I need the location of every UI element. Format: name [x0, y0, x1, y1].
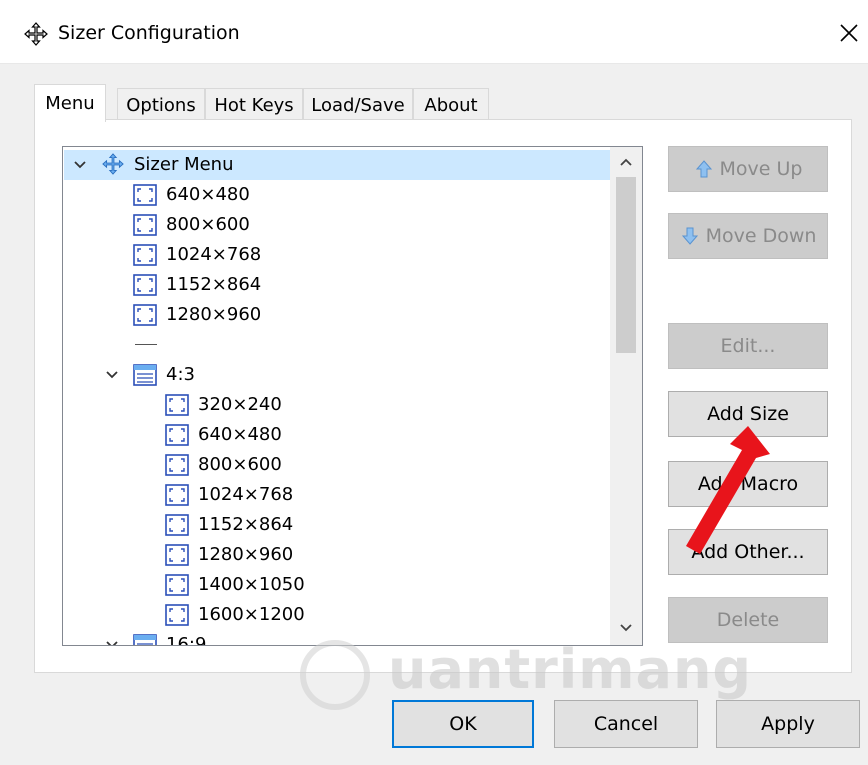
ok-button[interactable]: OK: [392, 700, 534, 748]
window-size-icon: [165, 394, 189, 416]
scroll-down-button[interactable]: [610, 613, 642, 643]
move-arrows-icon: [102, 153, 124, 175]
window-size-icon: [133, 184, 157, 206]
tree-item-label: 4:3: [166, 364, 195, 385]
tree-item-size[interactable]: 320×240: [63, 390, 609, 420]
tree-item-size[interactable]: 640×480: [63, 420, 609, 450]
chevron-down-icon[interactable]: [73, 158, 87, 172]
tree-item-size[interactable]: 800×600: [63, 210, 609, 240]
tree-item-size[interactable]: 1024×768: [63, 480, 609, 510]
button-label: Apply: [761, 713, 815, 735]
tree-item-size[interactable]: 1152×864: [63, 510, 609, 540]
tab-about[interactable]: About: [413, 88, 489, 121]
window-size-icon: [133, 244, 157, 266]
window-size-icon: [165, 574, 189, 596]
scroll-thumb[interactable]: [616, 177, 636, 353]
tree-item-label: 640×480: [166, 184, 250, 205]
tree-item-label: 800×600: [198, 454, 282, 475]
tree-item-size[interactable]: 1600×1200: [63, 600, 609, 630]
button-label: Move Up: [719, 158, 803, 180]
tab-label: Options: [126, 94, 196, 116]
tab-menu[interactable]: Menu: [34, 84, 106, 122]
tree-item-separator[interactable]: [63, 330, 609, 360]
button-label: Edit...: [720, 335, 776, 357]
cancel-button[interactable]: Cancel: [554, 700, 698, 748]
tree-item-size[interactable]: 800×600: [63, 450, 609, 480]
annotation-arrow-icon: [686, 426, 770, 554]
sizer-menu-tree[interactable]: Sizer Menu 640×480 800×600 1024×768 1152…: [62, 146, 643, 646]
tree-item-label: 1280×960: [198, 544, 294, 565]
tree-item-group-16-9[interactable]: 16:9: [63, 630, 609, 646]
move-down-button[interactable]: Move Down: [668, 213, 828, 259]
chevron-up-icon: [620, 158, 632, 166]
tree-item-label: 640×480: [198, 424, 282, 445]
tree-item-label: 1024×768: [198, 484, 294, 505]
arrow-up-icon: [695, 160, 712, 178]
chevron-down-icon[interactable]: [105, 638, 119, 646]
tree-item-label: 1152×864: [198, 514, 294, 535]
button-label: Delete: [716, 609, 780, 631]
tab-label: Hot Keys: [214, 94, 294, 116]
tree-item-size[interactable]: 1400×1050: [63, 570, 609, 600]
tree-item-label: 1152×864: [166, 274, 262, 295]
sizer-configuration-window: Sizer Configuration Menu Options Hot Key…: [0, 0, 868, 765]
move-up-button[interactable]: Move Up: [668, 146, 828, 192]
window-size-icon: [165, 454, 189, 476]
tree-item-size[interactable]: 640×480: [63, 180, 609, 210]
tree-item-label: 320×240: [198, 394, 282, 415]
title-bar[interactable]: Sizer Configuration: [0, 0, 868, 64]
close-button[interactable]: [830, 12, 868, 54]
tree-item-size[interactable]: 1280×960: [63, 540, 609, 570]
window-title: Sizer Configuration: [58, 22, 240, 44]
tab-label: Menu: [45, 93, 95, 114]
tree-item-label: 1280×960: [166, 304, 262, 325]
tree-item-label: 800×600: [166, 214, 250, 235]
window-size-icon: [165, 544, 189, 566]
tree-item-label: 16:9: [166, 634, 207, 646]
tab-options[interactable]: Options: [117, 88, 205, 121]
window-size-icon: [165, 424, 189, 446]
delete-button[interactable]: Delete: [668, 597, 828, 643]
window-size-icon: [133, 274, 157, 296]
move-arrows-icon: [24, 22, 48, 46]
button-label: OK: [449, 713, 477, 735]
arrow-down-icon: [681, 227, 698, 245]
tree-item-label: Sizer Menu: [134, 154, 234, 175]
tree-item-size[interactable]: 1024×768: [63, 240, 609, 270]
window-size-icon: [133, 304, 157, 326]
tree-item-label: 1600×1200: [198, 604, 305, 625]
tab-label: About: [424, 94, 478, 116]
tree-item-sizer-menu[interactable]: Sizer Menu: [63, 150, 609, 180]
tree-item-size[interactable]: 1280×960: [63, 300, 609, 330]
tab-hot-keys[interactable]: Hot Keys: [205, 88, 303, 121]
edit-button[interactable]: Edit...: [668, 323, 828, 369]
submenu-list-icon: [133, 634, 157, 645]
submenu-list-icon: [133, 364, 157, 386]
tab-label: Load/Save: [311, 94, 405, 116]
window-size-icon: [133, 214, 157, 236]
window-size-icon: [165, 484, 189, 506]
tab-load-save[interactable]: Load/Save: [303, 88, 413, 121]
separator-line: [135, 344, 157, 345]
tree-item-size[interactable]: 1152×864: [63, 270, 609, 300]
tree-item-group-4-3[interactable]: 4:3: [63, 360, 609, 390]
tree-item-label: 1400×1050: [198, 574, 305, 595]
window-size-icon: [165, 514, 189, 536]
scroll-up-button[interactable]: [610, 147, 642, 177]
button-label: Move Down: [705, 225, 817, 247]
tree-item-label: 1024×768: [166, 244, 262, 265]
apply-button[interactable]: Apply: [716, 700, 860, 748]
close-icon: [840, 24, 858, 42]
window-size-icon: [165, 604, 189, 626]
tree-scrollbar[interactable]: [610, 147, 642, 645]
chevron-down-icon[interactable]: [105, 368, 119, 382]
chevron-down-icon: [620, 624, 632, 632]
button-label: Cancel: [593, 713, 659, 735]
